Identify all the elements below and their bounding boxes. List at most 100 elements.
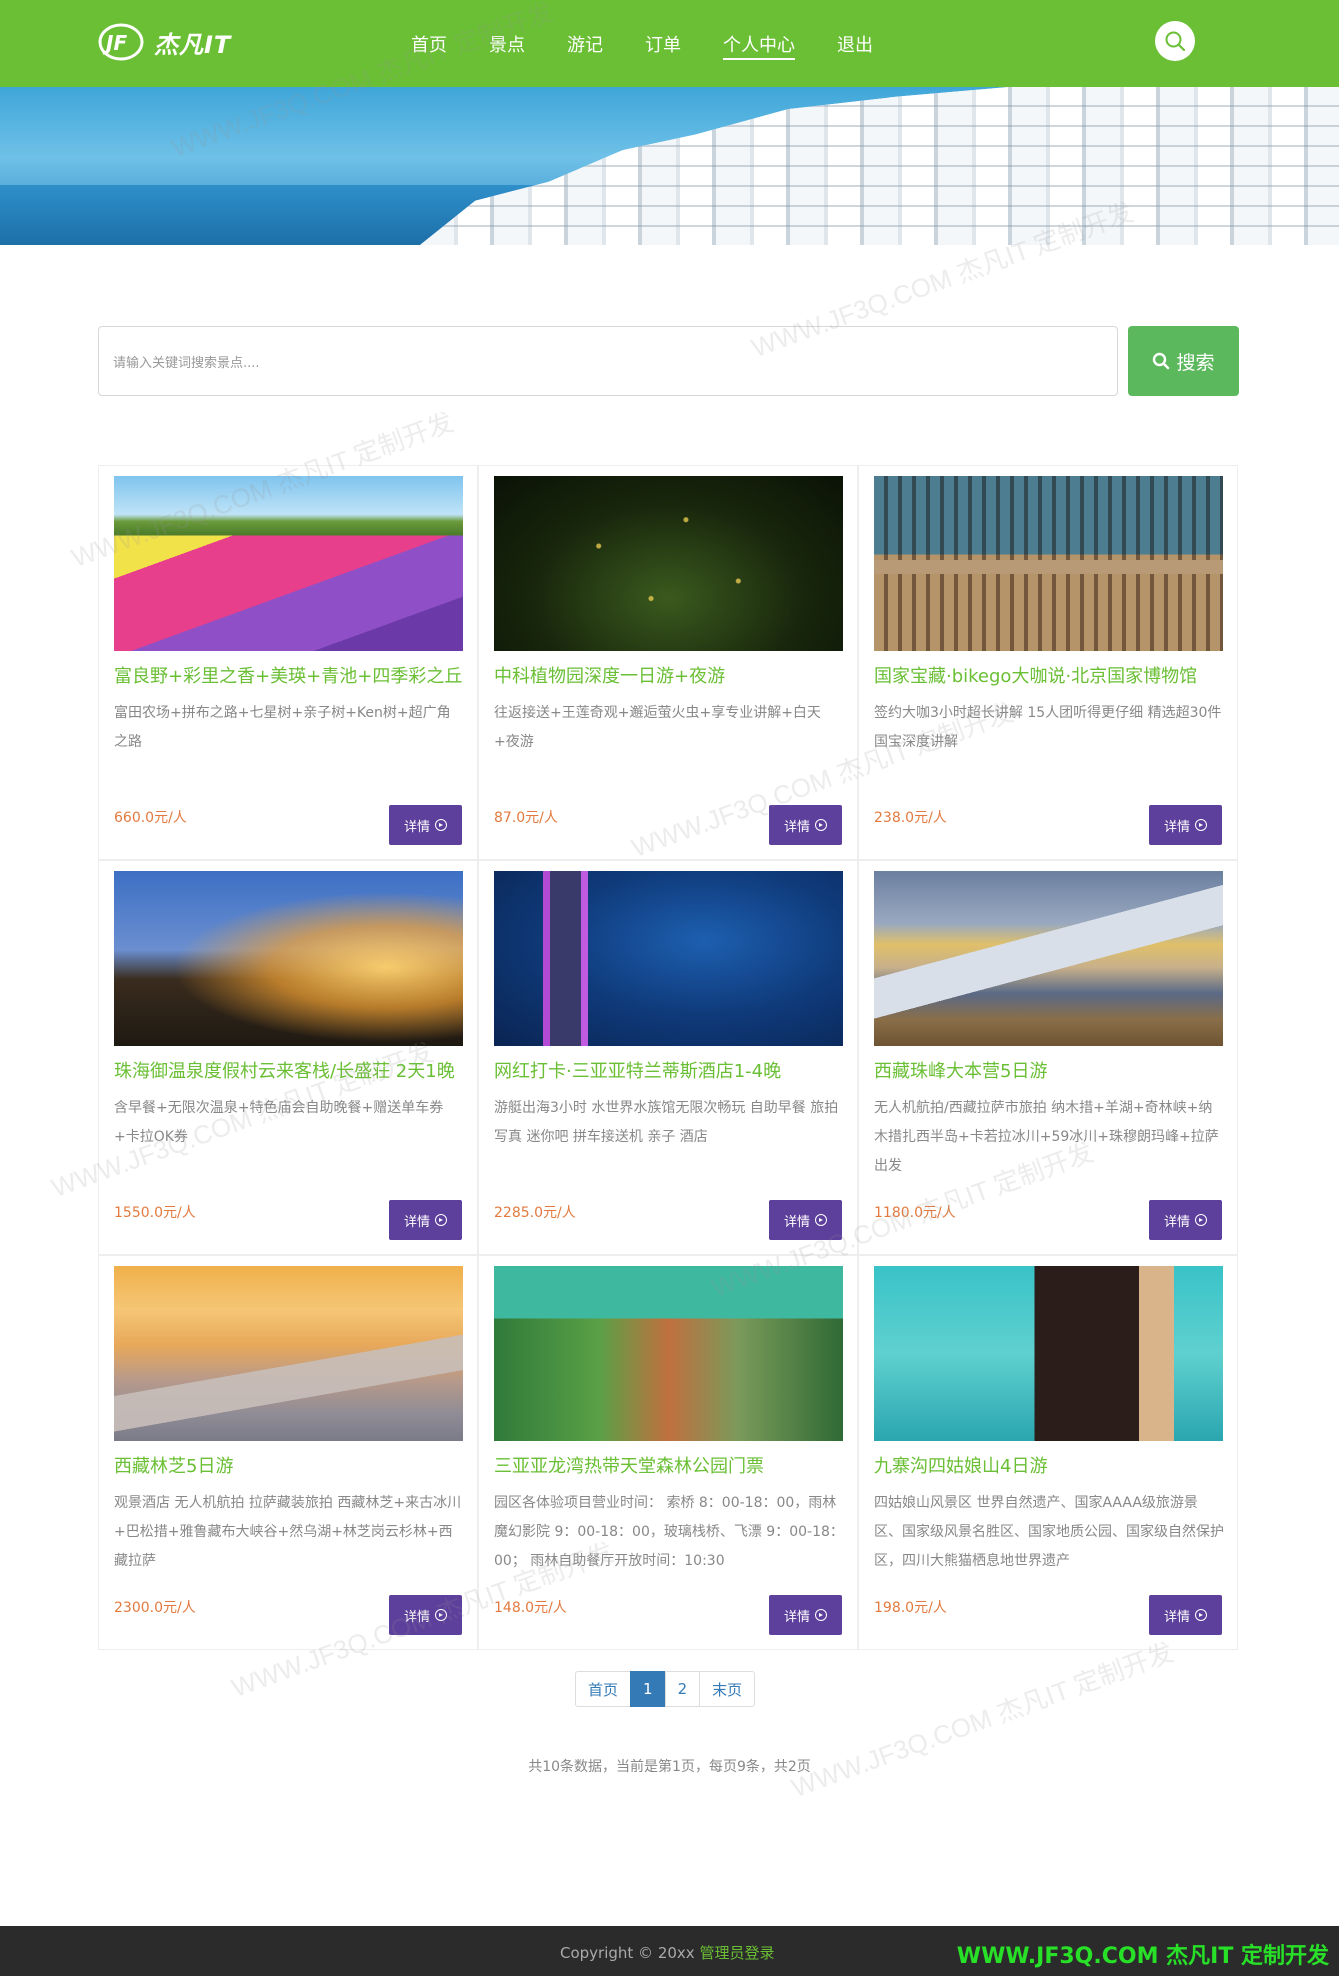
attraction-desc: 签约大咖3小时超长讲解 15人团听得更仔细 精选超30件国宝深度讲解 [874, 705, 1222, 750]
logo-text: 杰凡IT [154, 30, 232, 59]
detail-button[interactable]: 详情 [769, 1595, 842, 1635]
attraction-image-rainforest-park[interactable] [494, 1266, 843, 1441]
attraction-card: 珠海御温泉度假村云来客栈/长盛荘 2天1晚 含早餐+无限次温泉+特色庙会自助晚餐… [98, 860, 478, 1255]
attraction-desc: 富田农场+拼布之路+七星树+亲子树+Ken树+超广角之路 [114, 705, 451, 750]
arrow-circle-icon [435, 819, 447, 831]
attraction-image-hot-spring-resort[interactable] [114, 871, 463, 1046]
arrow-circle-icon [435, 1609, 447, 1621]
attraction-image-national-museum[interactable] [874, 476, 1223, 651]
detail-button[interactable]: 详情 [1149, 1200, 1222, 1240]
attraction-card: 三亚亚龙湾热带天堂森林公园门票 园区各体验项目营业时间： 索桥 8：00-18：… [478, 1255, 858, 1650]
attraction-price: 87.0元/人 [494, 810, 558, 826]
detail-button-label: 详情 [403, 819, 430, 835]
attraction-title[interactable]: 九寨沟四姑娘山4日游 [874, 1452, 1226, 1478]
attraction-desc: 观景酒店 无人机航拍 拉萨藏装旅拍 西藏林芝+来古冰川+巴松措+雅鲁藏布大峡谷+… [114, 1495, 462, 1569]
attraction-price: 198.0元/人 [874, 1600, 947, 1616]
attraction-title[interactable]: 三亚亚龙湾热带天堂森林公园门票 [494, 1452, 846, 1478]
attraction-card: 九寨沟四姑娘山4日游 四姑娘山风景区 世界自然遗产、国家AAAA级旅游景区、国家… [858, 1255, 1238, 1650]
attraction-desc: 园区各体验项目营业时间： 索桥 8：00-18：00，雨林魔幻影院 9：00-1… [494, 1495, 844, 1569]
pagination-info: 共10条数据，当前是第1页，每页9条，共2页 [528, 1759, 811, 1775]
arrow-circle-icon [1195, 1609, 1207, 1621]
detail-button-label: 详情 [783, 1609, 810, 1625]
attraction-price: 2285.0元/人 [494, 1205, 576, 1221]
attraction-title[interactable]: 国家宝藏·bikego大咖说·北京国家博物馆 [874, 662, 1226, 688]
hero-banner [0, 87, 1339, 245]
attraction-title[interactable]: 中科植物园深度一日游+夜游 [494, 662, 846, 688]
detail-button[interactable]: 详情 [389, 1200, 462, 1240]
top-header: JF 杰凡IT 首页 景点 游记 订单 个人中心 退出 [0, 0, 1339, 87]
pagination: 首页 1 2 末页 [575, 1671, 756, 1707]
attraction-image-jiuzhaigou[interactable] [874, 1266, 1223, 1441]
page-first[interactable]: 首页 [575, 1671, 632, 1707]
nav-attractions[interactable]: 景点 [489, 0, 525, 87]
attraction-price: 660.0元/人 [114, 810, 187, 826]
attraction-desc: 往返接送+王莲奇观+邂逅萤火虫+享专业讲解+白天+夜游 [494, 705, 821, 750]
attraction-title[interactable]: 珠海御温泉度假村云来客栈/长盛荘 2天1晚 [114, 1057, 466, 1083]
attraction-image-everest[interactable] [874, 871, 1223, 1046]
attraction-title[interactable]: 网红打卡·三亚亚特兰蒂斯酒店1-4晚 [494, 1057, 846, 1083]
search-input[interactable]: 请输入关键词搜索景点.... [98, 326, 1118, 396]
svg-text:JF: JF [102, 31, 127, 55]
nav-orders[interactable]: 订单 [645, 0, 681, 87]
nav-home[interactable]: 首页 [411, 0, 447, 87]
attraction-title[interactable]: 西藏珠峰大本营5日游 [874, 1057, 1226, 1083]
attraction-image-flower-field[interactable] [114, 476, 463, 651]
attraction-card: 西藏林芝5日游 观景酒店 无人机航拍 拉萨藏装旅拍 西藏林芝+来古冰川+巴松措+… [98, 1255, 478, 1650]
attraction-card: 富良野+彩里之香+美瑛+青池+四季彩之丘 富田农场+拼布之路+七星树+亲子树+K… [98, 465, 478, 860]
arrow-circle-icon [815, 819, 827, 831]
arrow-circle-icon [1195, 1214, 1207, 1226]
attraction-card: 中科植物园深度一日游+夜游 往返接送+王莲奇观+邂逅萤火虫+享专业讲解+白天+夜… [478, 465, 858, 860]
detail-button[interactable]: 详情 [389, 1595, 462, 1635]
page-footer: Copyright © 20xx 管理员登录 WWW.JF3Q.COM 杰凡IT… [0, 1926, 1339, 1976]
banner-town-shade [420, 87, 1339, 245]
attraction-card: 国家宝藏·bikego大咖说·北京国家博物馆 签约大咖3小时超长讲解 15人团听… [858, 465, 1238, 860]
attraction-title[interactable]: 西藏林芝5日游 [114, 1452, 466, 1478]
footer-brand: WWW.JF3Q.COM 杰凡IT 定制开发 [956, 1944, 1329, 1969]
detail-button-label: 详情 [783, 1214, 810, 1230]
attraction-title[interactable]: 富良野+彩里之香+美瑛+青池+四季彩之丘 [114, 662, 466, 688]
attraction-card: 网红打卡·三亚亚特兰蒂斯酒店1-4晚 游艇出海3小时 水世界水族馆无限次畅玩 自… [478, 860, 858, 1255]
detail-button[interactable]: 详情 [769, 1200, 842, 1240]
detail-button[interactable]: 详情 [1149, 1595, 1222, 1635]
attraction-image-fireflies[interactable] [494, 476, 843, 651]
admin-login-link[interactable]: 管理员登录 [699, 1944, 774, 1962]
main-nav: 首页 景点 游记 订单 个人中心 退出 [390, 0, 894, 87]
copyright-text: Copyright © 20xx [560, 1944, 695, 1962]
attraction-card: 西藏珠峰大本营5日游 无人机航拍/西藏拉萨市旅拍 纳木措+羊湖+奇林峡+纳木措扎… [858, 860, 1238, 1255]
detail-button-label: 详情 [1163, 1609, 1190, 1625]
attraction-desc: 四姑娘山风景区 世界自然遗产、国家AAAA级旅游景区、国家级风景名胜区、国家地质… [874, 1495, 1224, 1569]
detail-button-label: 详情 [403, 1609, 430, 1625]
copyright: Copyright © 20xx 管理员登录 [560, 1942, 774, 1963]
nav-logout[interactable]: 退出 [837, 0, 873, 87]
attraction-price: 1180.0元/人 [874, 1205, 956, 1221]
attraction-price: 2300.0元/人 [114, 1600, 196, 1616]
detail-button[interactable]: 详情 [389, 805, 462, 845]
site-logo[interactable]: JF 杰凡IT [98, 22, 231, 62]
page-last[interactable]: 末页 [699, 1671, 756, 1707]
page-1[interactable]: 1 [630, 1671, 666, 1707]
detail-button-label: 详情 [403, 1214, 430, 1230]
attraction-image-nyingchi[interactable] [114, 1266, 463, 1441]
attraction-grid: 富良野+彩里之香+美瑛+青池+四季彩之丘 富田农场+拼布之路+七星树+亲子树+K… [98, 465, 1239, 1650]
search-placeholder: 请输入关键词搜索景点.... [113, 355, 260, 371]
detail-button[interactable]: 详情 [769, 805, 842, 845]
detail-button-label: 详情 [1163, 819, 1190, 835]
header-search-button[interactable] [1155, 21, 1195, 61]
nav-travelogues[interactable]: 游记 [567, 0, 603, 87]
detail-button-label: 详情 [1163, 1214, 1190, 1230]
attraction-price: 148.0元/人 [494, 1600, 567, 1616]
watermark-text: WWW.JF3Q.COM 杰凡IT 定制开发 [787, 1636, 1178, 1804]
attraction-price: 1550.0元/人 [114, 1205, 196, 1221]
detail-button-label: 详情 [783, 819, 810, 835]
search-icon [1165, 31, 1186, 52]
page-2[interactable]: 2 [664, 1671, 701, 1707]
detail-button[interactable]: 详情 [1149, 805, 1222, 845]
attraction-desc: 无人机航拍/西藏拉萨市旅拍 纳木措+羊湖+奇林峡+纳木措扎西半岛+卡若拉冰川+5… [874, 1100, 1219, 1174]
search-button-label: 搜索 [1176, 351, 1215, 374]
search-icon [1153, 352, 1170, 370]
arrow-circle-icon [1195, 819, 1207, 831]
attraction-image-atlantis-hotel[interactable] [494, 871, 843, 1046]
nav-user-center[interactable]: 个人中心 [723, 0, 795, 87]
search-button[interactable]: 搜索 [1128, 326, 1239, 396]
arrow-circle-icon [435, 1214, 447, 1226]
